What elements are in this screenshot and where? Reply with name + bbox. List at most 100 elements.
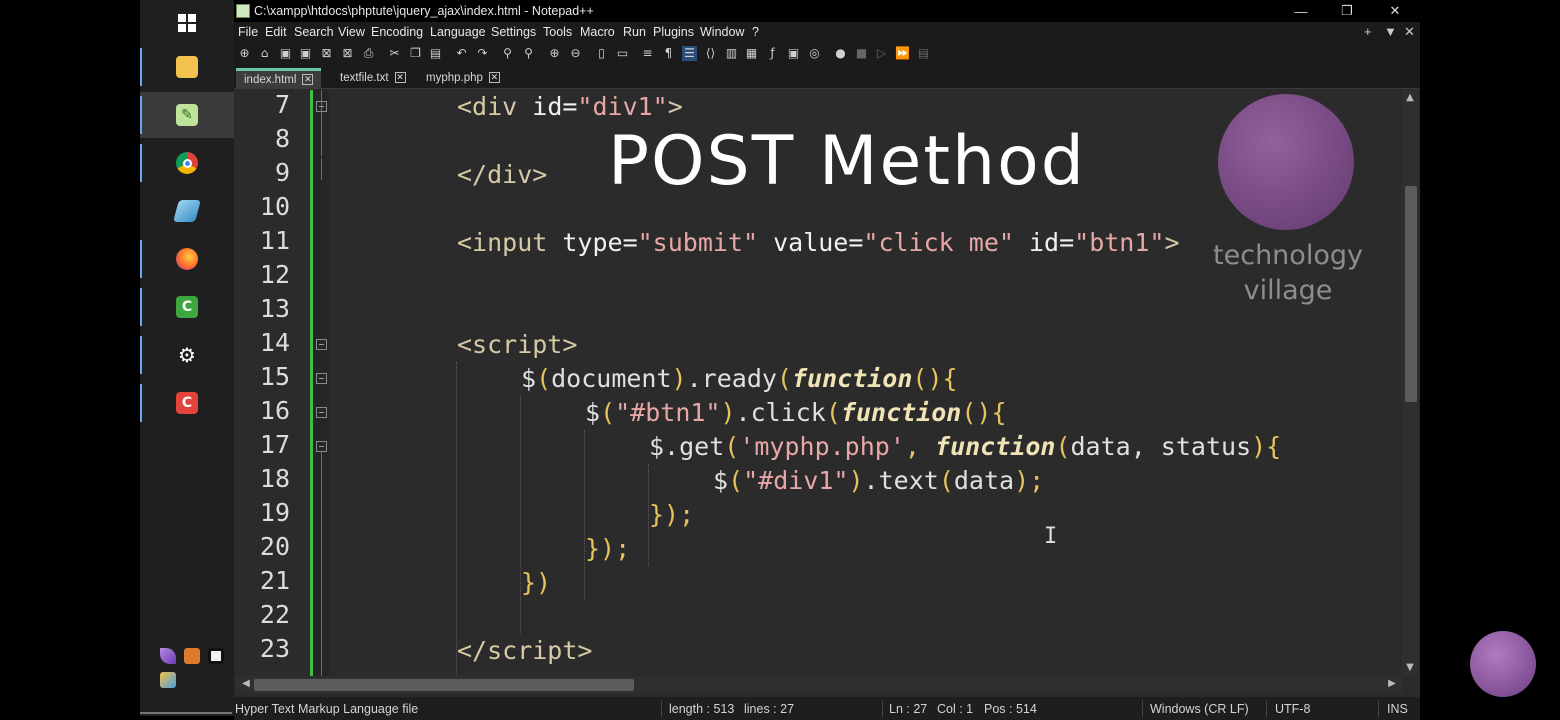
chrome-icon	[176, 152, 198, 174]
fold-toggle-icon[interactable]	[316, 407, 327, 418]
taskbar-file-explorer[interactable]	[140, 44, 234, 90]
scroll-down-arrow-icon[interactable]: ▼	[1402, 662, 1418, 673]
taskbar-notepadpp[interactable]: ✎	[140, 92, 234, 138]
line-number-gutter: 7 8 9 10 11 12 13 14 15 16 17 18 19 20 2…	[236, 90, 308, 676]
tab-close-icon[interactable]: ✕	[302, 74, 314, 86]
code-line-9: </div>	[457, 160, 548, 189]
menu-file[interactable]: File	[238, 25, 258, 39]
save-macro-icon[interactable]: ▤	[916, 46, 931, 61]
tab-textfile-txt[interactable]: textfile.txt ✕	[332, 68, 414, 89]
horizontal-scroll-thumb[interactable]	[254, 679, 634, 691]
taskbar-settings[interactable]: ⚙	[140, 332, 234, 378]
sync-vertical-icon[interactable]: ▯	[594, 46, 609, 61]
fold-line	[321, 452, 322, 676]
taskbar-camtasia-recorder[interactable]: C	[140, 380, 234, 426]
menu-run[interactable]: Run	[623, 25, 646, 39]
code-line-23: </script>	[457, 636, 593, 665]
menu-tools[interactable]: Tools	[543, 25, 572, 39]
tab-bar: index.html ✕ textfile.txt ✕ myphp.php ✕	[234, 65, 1420, 89]
start-button[interactable]	[140, 0, 234, 46]
monitor-icon[interactable]: ▣	[786, 46, 801, 61]
close-icon[interactable]: ⊠	[319, 46, 334, 61]
code-line-15: $(document).ready(function(){	[521, 364, 958, 393]
status-eol[interactable]: Windows (CR LF)	[1150, 702, 1249, 716]
menu-encoding[interactable]: Encoding	[371, 25, 423, 39]
new-tab-plus-icon[interactable]: +	[1364, 24, 1372, 39]
zoom-out-icon[interactable]: ⊖	[568, 46, 583, 61]
paste-icon[interactable]: ▤	[428, 46, 443, 61]
new-file-icon[interactable]: ⊕	[237, 46, 252, 61]
scroll-left-arrow-icon[interactable]: ◀	[238, 678, 254, 689]
menu-plugins[interactable]: Plugins	[653, 25, 694, 39]
horizontal-scrollbar[interactable]: ◀ ▶	[236, 676, 1402, 693]
print-icon[interactable]: ⎙	[361, 46, 376, 61]
line-number: 14	[259, 328, 290, 357]
code-editor[interactable]: 7 8 9 10 11 12 13 14 15 16 17 18 19 20 2…	[236, 90, 1402, 676]
find-icon[interactable]: ⚲	[500, 46, 515, 61]
function-list-icon[interactable]: ƒ	[765, 46, 780, 61]
all-chars-icon[interactable]: ¶	[661, 46, 676, 61]
close-window-button[interactable]: ✕	[1372, 1, 1418, 21]
status-insert-mode[interactable]: INS	[1387, 702, 1408, 716]
redo-icon[interactable]: ↷	[475, 46, 490, 61]
fold-toggle-icon[interactable]	[316, 441, 327, 452]
xml-tags-icon[interactable]: ⟨⟩	[703, 46, 718, 61]
line-number: 8	[274, 124, 290, 153]
package-icon[interactable]	[184, 648, 200, 664]
zoom-in-icon[interactable]: ⊕	[547, 46, 562, 61]
taskbar-camtasia[interactable]: C	[140, 284, 234, 330]
menu-window[interactable]: Window	[700, 25, 744, 39]
line-number: 9	[274, 158, 290, 187]
tab-close-icon[interactable]: ✕	[488, 72, 500, 84]
record-macro-icon[interactable]: ●	[833, 46, 848, 61]
status-column: Col : 1	[937, 702, 974, 716]
tab-index-html[interactable]: index.html ✕	[236, 68, 322, 89]
replace-icon[interactable]: ⚲	[521, 46, 536, 61]
scroll-right-arrow-icon[interactable]: ▶	[1384, 678, 1400, 689]
feather-icon[interactable]	[160, 648, 176, 664]
menu-edit[interactable]: Edit	[265, 25, 287, 39]
sync-horizontal-icon[interactable]: ▭	[615, 46, 630, 61]
tab-myphp-php[interactable]: myphp.php ✕	[418, 68, 508, 89]
word-wrap-icon[interactable]: ≡	[640, 46, 655, 61]
save-icon[interactable]: ▣	[278, 46, 293, 61]
stop-macro-icon[interactable]: ■	[854, 46, 869, 61]
vertical-scrollbar[interactable]: ▲ ▼	[1402, 90, 1418, 676]
restore-button[interactable]: ❐	[1324, 1, 1370, 21]
text-cursor-icon: I	[1044, 524, 1058, 549]
status-encoding[interactable]: UTF-8	[1275, 702, 1310, 716]
play-macro-icon[interactable]: ▷	[874, 46, 889, 61]
vertical-scroll-thumb[interactable]	[1405, 186, 1417, 402]
doc-list-icon[interactable]: ▦	[744, 46, 759, 61]
minimize-button[interactable]: —	[1278, 1, 1324, 21]
photo-app-icon[interactable]	[160, 672, 176, 688]
save-all-icon[interactable]: ▣	[298, 46, 313, 61]
doc-map-icon[interactable]: ▥	[724, 46, 739, 61]
fold-toggle-icon[interactable]	[316, 101, 327, 112]
menu-view[interactable]: View	[338, 25, 365, 39]
folder-workspace-icon[interactable]: ◎	[807, 46, 822, 61]
scroll-up-arrow-icon[interactable]: ▲	[1402, 92, 1418, 103]
undo-icon[interactable]: ↶	[454, 46, 469, 61]
run-macro-multiple-icon[interactable]: ⏩	[895, 46, 910, 61]
channel-watermark-logo	[1470, 631, 1536, 697]
menu-search[interactable]: Search	[294, 25, 334, 39]
fold-toggle-icon[interactable]	[316, 339, 327, 350]
tab-list-dropdown-icon[interactable]: ▼	[1384, 24, 1397, 39]
menu-help[interactable]: ?	[752, 25, 759, 39]
menu-macro[interactable]: Macro	[580, 25, 615, 39]
menu-language[interactable]: Language	[430, 25, 486, 39]
close-document-icon[interactable]: ✕	[1404, 24, 1415, 40]
taskbar-app-eraser[interactable]	[140, 188, 234, 234]
close-all-icon[interactable]: ⊠	[340, 46, 355, 61]
taskbar-chrome[interactable]	[140, 140, 234, 186]
tab-close-icon[interactable]: ✕	[394, 72, 406, 84]
indent-guide-icon[interactable]: ☰	[682, 46, 697, 61]
taskbar-firefox[interactable]	[140, 236, 234, 282]
open-file-icon[interactable]: ⌂	[257, 46, 272, 61]
copy-icon[interactable]: ❐	[408, 46, 423, 61]
shield-icon[interactable]	[208, 648, 224, 664]
menu-settings[interactable]: Settings	[491, 25, 536, 39]
cut-icon[interactable]: ✂	[387, 46, 402, 61]
fold-toggle-icon[interactable]	[316, 373, 327, 384]
